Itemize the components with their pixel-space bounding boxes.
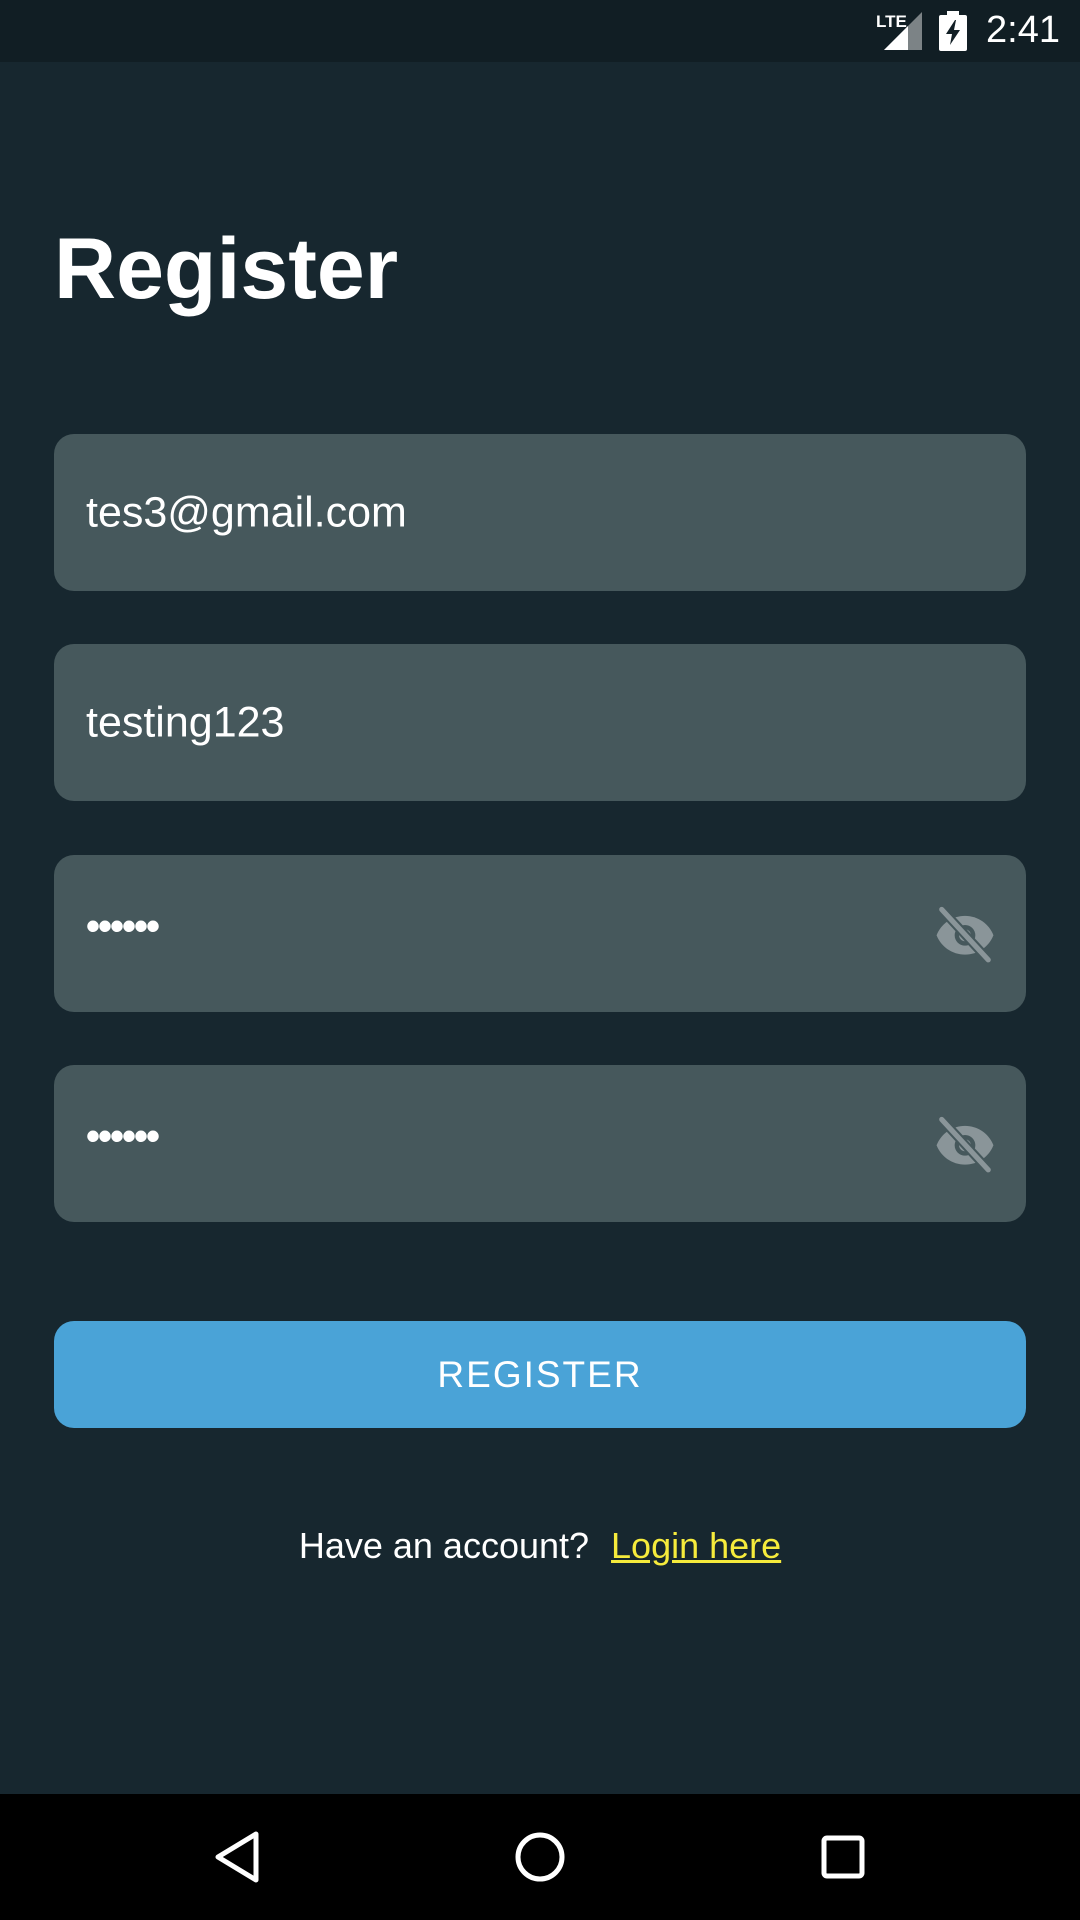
register-button[interactable]: REGISTER (54, 1321, 1026, 1428)
login-prompt-text: Have an account? (298, 1525, 590, 1566)
status-bar: LTE 2:41 (0, 0, 1080, 62)
eye-off-icon[interactable] (934, 903, 996, 965)
page-title: Register (54, 221, 399, 317)
status-clock: 2:41 (986, 9, 1060, 51)
network-type-label: LTE (876, 12, 907, 31)
email-field-value: tes3@gmail.com (86, 488, 407, 536)
password-field-value: •••••• (86, 904, 160, 949)
username-field[interactable]: testing123 (54, 644, 1026, 801)
confirm-password-field-value: •••••• (86, 1114, 160, 1159)
eye-off-icon[interactable] (934, 1113, 996, 1175)
register-screen: LTE 2:41 Register tes3@gmail.com testing… (0, 0, 1080, 1920)
email-field[interactable]: tes3@gmail.com (54, 434, 1026, 591)
password-field[interactable]: •••••• (54, 855, 1026, 1012)
login-prompt-row: Have an account? Login here (0, 1525, 1080, 1567)
back-icon[interactable] (200, 1820, 274, 1894)
home-icon[interactable] (503, 1820, 577, 1894)
battery-charging-icon (939, 11, 967, 51)
navigation-bar (0, 1794, 1080, 1920)
username-field-value: testing123 (86, 698, 285, 746)
login-link[interactable]: Login here (611, 1525, 781, 1566)
confirm-password-field[interactable]: •••••• (54, 1065, 1026, 1222)
recents-icon[interactable] (806, 1820, 880, 1894)
